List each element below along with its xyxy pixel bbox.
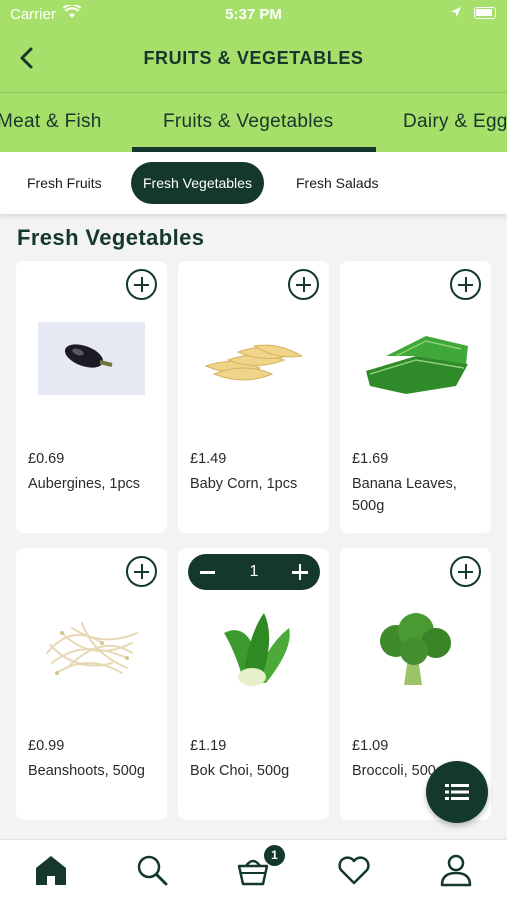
product-card[interactable]: £1.69 Banana Leaves, 500g	[340, 261, 491, 533]
product-card[interactable]: £1.49 Baby Corn, 1pcs	[178, 261, 329, 533]
product-name: Aubergines, 1pcs	[28, 476, 141, 492]
bok-choi-image	[224, 613, 290, 686]
list-icon	[445, 784, 469, 800]
product-name: Bok Choi, 500g	[190, 763, 290, 779]
nav-header: FRUITS & VEGETABLES	[0, 28, 507, 90]
page-title: FRUITS & VEGETABLES	[143, 48, 364, 68]
status-bar: Carrier 5:37 PM	[0, 0, 507, 28]
profile-icon[interactable]	[438, 852, 474, 888]
add-to-cart-button[interactable]	[126, 269, 157, 300]
add-to-cart-button[interactable]	[450, 556, 481, 587]
aubergine-image	[38, 322, 145, 395]
product-name: Beanshoots, 500g	[28, 763, 145, 779]
subcategory-tabs: Fresh Fruits Fresh Vegetables Fresh Sala…	[0, 152, 507, 214]
broccoli-image	[380, 613, 451, 685]
product-price: £0.69	[28, 451, 65, 467]
product-card[interactable]: 1 £1.19 Bok Choi, 500g	[178, 548, 329, 820]
product-price: £1.69	[352, 451, 389, 467]
add-to-cart-button[interactable]	[126, 556, 157, 587]
subtab-fresh-salads[interactable]: Fresh Salads	[284, 162, 390, 204]
increase-quantity-button[interactable]	[290, 561, 310, 583]
clock: 5:37 PM	[225, 6, 282, 23]
tab-meat-fish[interactable]: Meat & Fish	[0, 111, 102, 133]
section-title: Fresh Vegetables	[17, 225, 205, 250]
location-arrow-icon	[451, 7, 461, 17]
beanshoots-image	[46, 622, 138, 675]
quantity-stepper[interactable]: 1	[188, 554, 320, 590]
banana-leaves-image	[366, 336, 468, 394]
battery-icon	[474, 7, 496, 19]
category-tabs: Meat & Fish Fruits & Vegetables Dairy & …	[0, 92, 507, 152]
baby-corn-image	[204, 344, 304, 381]
subtab-fresh-fruits[interactable]: Fresh Fruits	[15, 162, 114, 204]
bottom-navigation: 1	[0, 839, 507, 900]
add-to-cart-button[interactable]	[450, 269, 481, 300]
product-card[interactable]: £0.99 Beanshoots, 500g	[16, 548, 167, 820]
cart-count-badge: 1	[264, 845, 285, 866]
add-to-cart-button[interactable]	[288, 269, 319, 300]
tab-fruits-vegetables[interactable]: Fruits & Vegetables	[163, 111, 333, 133]
heart-icon[interactable]	[336, 852, 372, 888]
product-card[interactable]: £0.69 Aubergines, 1pcs	[16, 261, 167, 533]
app-header-area: Carrier 5:37 PM FRUITS & VEGETABLES Meat…	[0, 0, 507, 152]
tab-dairy-eggs[interactable]: Dairy & Eggs	[403, 111, 507, 133]
product-price: £0.99	[28, 738, 65, 754]
subtab-fresh-vegetables[interactable]: Fresh Vegetables	[131, 162, 264, 204]
product-price: £1.19	[190, 738, 227, 754]
product-price: £1.09	[352, 738, 389, 754]
product-name: Baby Corn, 1pcs	[190, 476, 298, 492]
product-price: £1.49	[190, 451, 227, 467]
product-name: Banana Leaves, 500g	[352, 476, 457, 514]
search-icon[interactable]	[134, 852, 170, 888]
list-view-button[interactable]	[426, 761, 488, 823]
home-icon[interactable]	[33, 852, 69, 888]
